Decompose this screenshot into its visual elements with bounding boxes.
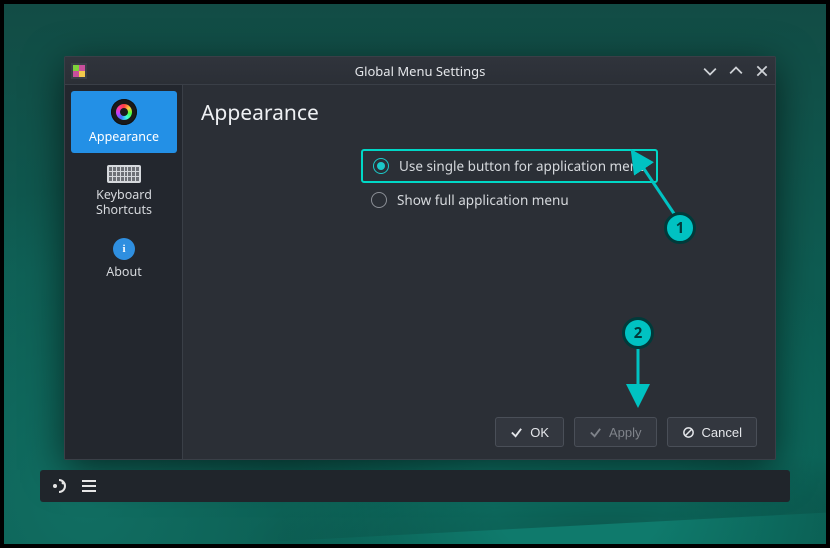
dialog-footer: OK Apply Cancel	[201, 407, 757, 447]
apply-button[interactable]: Apply	[574, 417, 657, 447]
annotation-marker-1: 1	[664, 212, 696, 244]
minimize-button[interactable]	[703, 64, 717, 78]
application-launcher-icon[interactable]	[50, 477, 68, 495]
keyboard-icon	[107, 165, 141, 183]
sidebar-item-appearance[interactable]: Appearance	[71, 91, 177, 153]
button-label: Cancel	[702, 425, 742, 440]
annotation-marker-2: 2	[622, 317, 654, 349]
window-title: Global Menu Settings	[355, 62, 486, 80]
panel	[40, 470, 790, 502]
radio-label: Show full application menu	[397, 191, 569, 209]
radio-indicator	[373, 158, 389, 174]
sidebar: Appearance Keyboard Shortcuts i About	[65, 85, 183, 459]
page-heading: Appearance	[201, 99, 757, 127]
titlebar[interactable]: Global Menu Settings	[65, 57, 775, 85]
check-icon	[510, 426, 523, 439]
cancel-button[interactable]: Cancel	[667, 417, 757, 447]
appearance-icon	[111, 99, 137, 125]
app-icon	[71, 63, 87, 79]
button-label: Apply	[609, 425, 642, 440]
radio-single-button[interactable]: Use single button for application menu	[363, 151, 656, 181]
sidebar-item-about[interactable]: i About	[71, 230, 177, 288]
button-label: OK	[530, 425, 549, 440]
sidebar-item-keyboard-shortcuts[interactable]: Keyboard Shortcuts	[71, 157, 177, 226]
radio-label: Use single button for application menu	[399, 157, 646, 175]
info-icon: i	[113, 238, 135, 260]
cancel-icon	[682, 426, 695, 439]
sidebar-item-label: Appearance	[73, 129, 175, 145]
sidebar-item-label: About	[73, 264, 175, 280]
sidebar-item-label: Keyboard Shortcuts	[73, 187, 175, 218]
radio-indicator	[371, 192, 387, 208]
global-menu-button[interactable]	[82, 480, 96, 492]
close-button[interactable]	[755, 64, 769, 78]
annotation-highlight: Use single button for application menu	[361, 149, 658, 183]
settings-window: Global Menu Settings Appearance Keyboard…	[64, 56, 776, 460]
check-icon	[589, 426, 602, 439]
main-panel: Appearance Use single button for applica…	[183, 85, 775, 459]
maximize-button[interactable]	[729, 64, 743, 78]
annotation-arrow	[624, 344, 654, 414]
ok-button[interactable]: OK	[495, 417, 564, 447]
